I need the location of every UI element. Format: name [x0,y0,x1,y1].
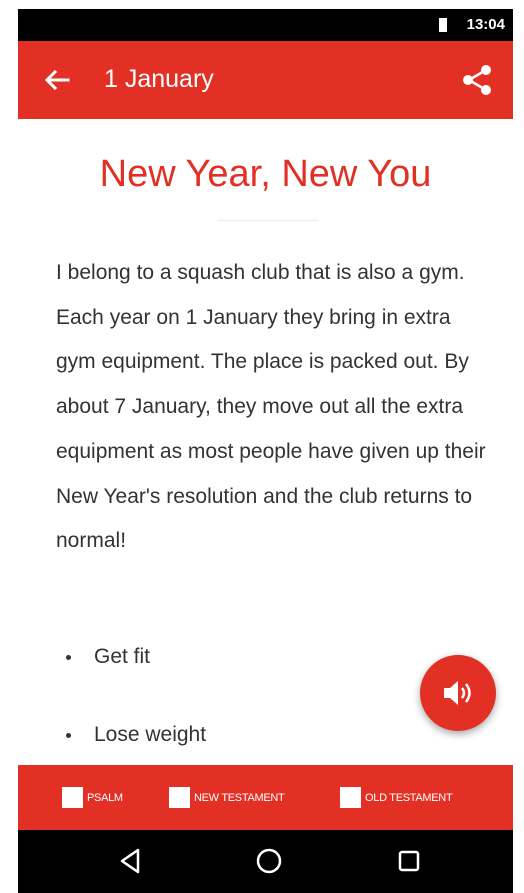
new-testament-checkbox[interactable]: NEW TESTAMENT [169,787,285,808]
share-icon[interactable] [461,63,493,97]
app-bar: 1 January [18,41,513,119]
bullet-text: Get fit [94,645,151,668]
checkbox-box[interactable] [340,787,361,808]
battery-icon [439,18,447,32]
nav-recents-icon[interactable] [394,846,424,881]
bullet-list: Get fit Lose weight [56,637,476,765]
bullet-dot [66,655,71,660]
checkbox-label: OLD TESTAMENT [365,791,453,804]
speaker-icon [444,681,471,705]
status-bar: 13:04 [18,9,513,41]
checkbox-box[interactable] [169,787,190,808]
article-headline: New Year, New You [99,153,432,195]
checkbox-label: PSALM [87,791,123,804]
bullet-text: Lose weight [94,723,207,746]
audio-play-button[interactable] [420,655,496,731]
headline-divider [218,220,318,221]
old-testament-checkbox[interactable]: OLD TESTAMENT [340,787,453,808]
status-time: 13:04 [466,16,505,33]
article-paragraph: I belong to a squash club that is also a… [56,261,486,553]
list-item: Get fit [56,637,476,715]
system-nav-bar [18,830,513,893]
checkbox-box[interactable] [62,787,83,808]
bullet-dot [66,733,71,738]
phone-screen: 13:04 1 January New Year, New You I belo… [18,9,513,893]
page-title: 1 January [104,65,214,93]
checkbox-label: NEW TESTAMENT [194,791,285,804]
list-item: Lose weight [56,715,476,765]
nav-back-icon[interactable] [116,846,146,881]
back-arrow-icon[interactable] [42,65,72,95]
psalm-checkbox[interactable]: PSALM [62,787,123,808]
nav-home-icon[interactable] [254,846,284,881]
testament-filter-bar: PSALM NEW TESTAMENT OLD TESTAMENT [18,765,513,830]
